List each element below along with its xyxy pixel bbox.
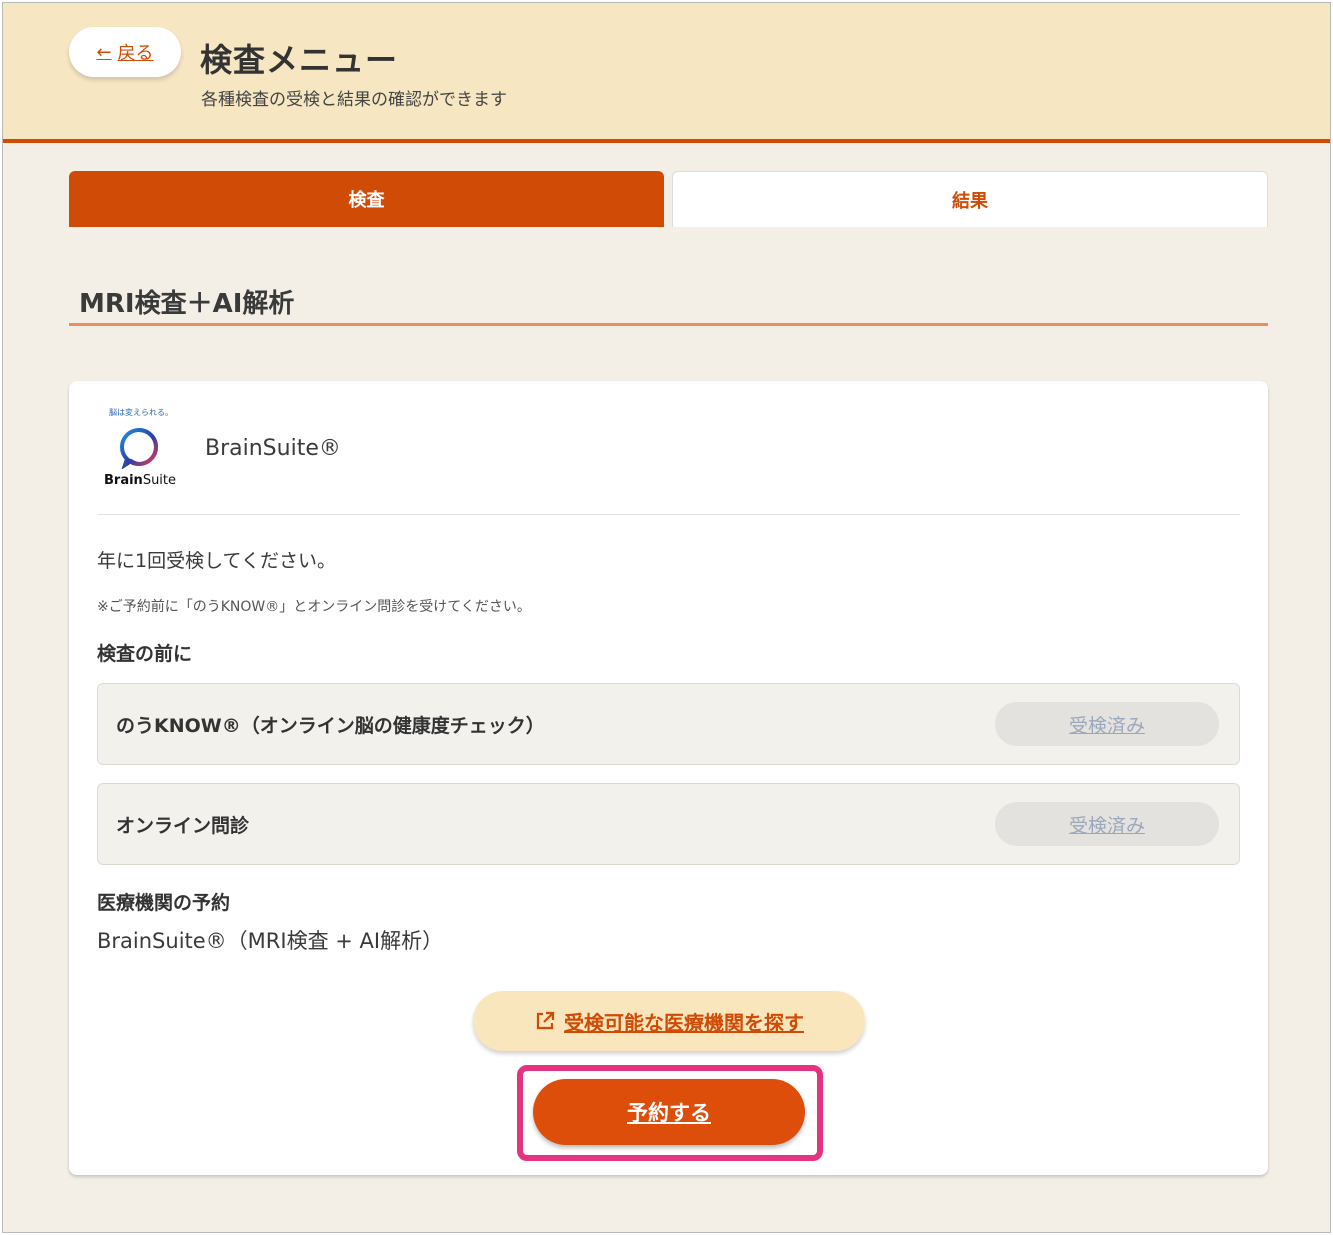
tab-exam[interactable]: 検査 [69,171,664,227]
task-label: オンライン問診 [116,815,250,837]
section-divider [69,323,1268,326]
completed-status-button[interactable]: 受検済み [995,802,1219,846]
reserve-button[interactable]: 予約する [533,1079,805,1145]
completed-status-button[interactable]: 受検済み [995,702,1219,746]
reservation-exam-name: BrainSuite®（MRI検査 + AI解析） [97,929,444,953]
tab-exam-label: 検査 [348,190,385,211]
pre-exam-heading: 検査の前に [97,643,193,665]
logo-tagline: 脳は変えられる。 [109,408,173,417]
status-label: 受検済み [1068,814,1145,837]
card-divider [97,514,1240,515]
arrow-left-icon: ← [96,41,112,63]
exam-note: ※ご予約前に「のうKNOW®」とオンライン問診を受けてください。 [97,599,531,615]
logo-wordmark: BrainSuite [104,473,177,488]
section-title: MRI検査＋AI解析 [79,289,295,319]
brainsuite-ring-logo-icon [120,427,159,469]
external-link-icon [536,1011,555,1030]
back-button-label: 戻る [117,43,154,64]
reservation-heading: 医療機関の予約 [97,892,231,914]
brainsuite-logo: 脳は変えられる。 BrainSuite [101,405,181,491]
app-frame: ← 戻る 検査メニュー 各種検査の受検と結果の確認ができます 検査 結果 MRI… [2,2,1331,1233]
find-facility-label: 受検可能な医療機関を探す [564,1010,804,1035]
tab-results-label: 結果 [952,190,988,212]
page-subtitle: 各種検査の受検と結果の確認ができます [201,90,507,110]
exam-frequency: 年に1回受検してください。 [97,550,336,572]
exam-card: 脳は変えられる。 BrainSuite BrainSuite® 年に1回受検して… [69,381,1268,1175]
product-name: BrainSuite® [205,436,341,461]
reserve-button-label: 予約する [627,1101,711,1125]
find-facility-button[interactable]: 受検可能な医療機関を探す [473,991,865,1051]
task-item-nouknow: のうKNOW®（オンライン脳の健康度チェック） 受検済み [97,683,1240,765]
page-title: 検査メニュー [200,41,399,79]
status-label: 受検済み [1068,714,1145,737]
task-label: のうKNOW®（オンライン脳の健康度チェック） [116,715,545,737]
task-item-online-interview: オンライン問診 受検済み [97,783,1240,865]
tab-results[interactable]: 結果 [672,171,1268,227]
page-header: ← 戻る 検査メニュー 各種検査の受検と結果の確認ができます [3,3,1330,143]
back-button[interactable]: ← 戻る [69,27,181,77]
